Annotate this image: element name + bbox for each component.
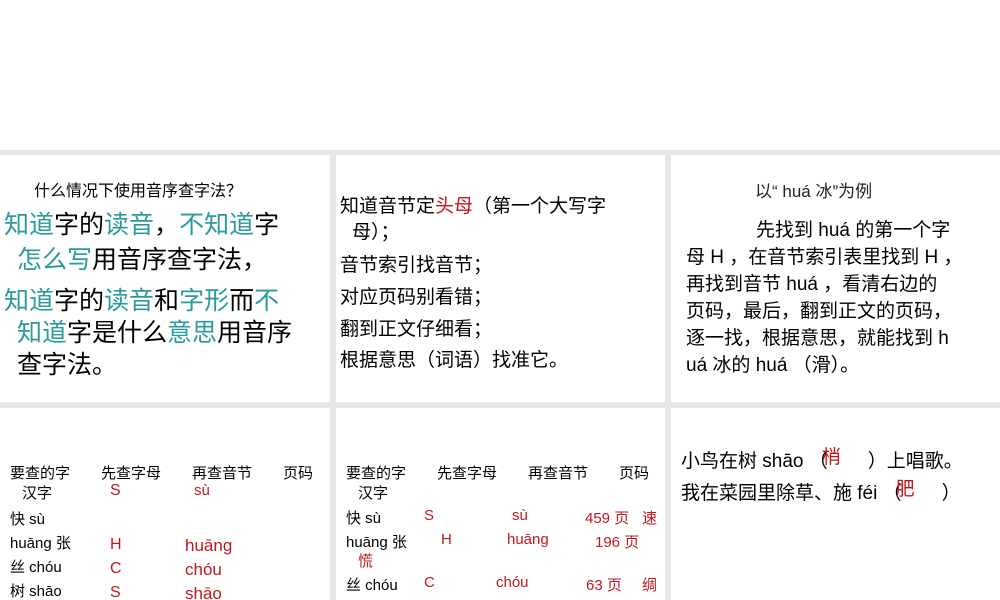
example-title: 以“ huá 冰”为例 bbox=[755, 182, 873, 201]
line-2: 怎么写用音序查字法， bbox=[17, 240, 267, 276]
page: 459 页 bbox=[585, 510, 630, 527]
text-segment: 用音序 bbox=[217, 319, 293, 347]
step-1-text: 知道音节定 bbox=[340, 196, 436, 217]
syllable: shāo bbox=[185, 584, 222, 600]
step-1-cont: 母）； bbox=[352, 222, 400, 243]
highlight-text: 意思 bbox=[167, 319, 218, 347]
letter: S bbox=[424, 507, 435, 524]
text-segment: 字 bbox=[254, 211, 280, 239]
example-line: 逐一找，根据意思，就能找到 h bbox=[686, 328, 949, 349]
step-1-note: （第一个大写字 bbox=[473, 196, 607, 217]
highlight-text: 读音 bbox=[104, 211, 155, 239]
line-4: 知道字是什么意思用音序 bbox=[17, 313, 292, 349]
panel-exercise-table: 要查的字 先查字母 再查音节 页码 汉字 快 sù Ssù huāng 张 Hhuān… bbox=[0, 408, 330, 600]
highlight-text: 读音 bbox=[104, 287, 155, 315]
syllable: chóu bbox=[185, 560, 222, 579]
highlight-text: 知道 bbox=[17, 319, 68, 347]
text-segment: 而 bbox=[229, 287, 255, 315]
exercise-word: 丝 chóu bbox=[10, 559, 62, 576]
answer-word: 丝 chóu bbox=[346, 577, 398, 594]
syllable: huāng bbox=[507, 531, 549, 548]
page: 63 页 bbox=[586, 577, 622, 594]
example-line: 页码，最后，翻到正文的页码， bbox=[686, 301, 953, 322]
sentence-1: 小鸟在树 shāo （梢 ）上唱歌。 bbox=[681, 446, 963, 473]
step-1-highlight: 头母 bbox=[435, 196, 474, 217]
step-4: 翻到正文仔细看； bbox=[340, 319, 493, 340]
highlight-text: 不知道 bbox=[179, 211, 255, 239]
text-segment: 字的 bbox=[54, 211, 105, 239]
sentence-2-start: 我在菜园里除草、施 féi （ bbox=[681, 483, 902, 504]
header-letter: 先查字母 bbox=[101, 465, 162, 482]
letter: S bbox=[110, 482, 121, 499]
answer-char: 慌 bbox=[358, 553, 374, 570]
highlight-text: 字形 bbox=[179, 287, 230, 315]
question: 什么情况下使用音序查字法？ bbox=[34, 181, 243, 200]
exercise-word: 快 sù bbox=[10, 511, 46, 528]
panel-example: 以“ huá 冰”为例 先找到 huá 的第一个字母 H ，在音节索引表里找到 … bbox=[671, 155, 1000, 402]
example-line: 母 H ，在音节索引表里找到 H ， bbox=[686, 247, 963, 268]
highlight-text: 知道 bbox=[4, 287, 55, 315]
highlight-text: 不 bbox=[254, 287, 280, 315]
panel-when-to-use: 什么情况下使用音序查字法？ 知道字的读音，不知道字 怎么写用音序查字法， 知道字… bbox=[0, 155, 330, 402]
text-segment: 字是什么 bbox=[67, 319, 168, 347]
step-1: 知道音节定头母（第一个大写字 bbox=[340, 191, 606, 218]
header-char: 要查的字 bbox=[346, 465, 407, 482]
syllable: sù bbox=[512, 507, 528, 524]
exercise-word: 树 shāo bbox=[10, 583, 62, 600]
letter: H bbox=[110, 536, 122, 553]
answer-word: huāng 张 bbox=[346, 534, 407, 551]
sentence-2: 我在菜园里除草、施 féi （肥 ） bbox=[681, 478, 961, 505]
line-1: 知道字的读音，不知道字 bbox=[4, 205, 279, 241]
step-5: 根据意思（词语）找准它。 bbox=[340, 350, 569, 371]
example-line: 再找到音节 huá ，看清右边的 bbox=[686, 274, 938, 295]
header-char: 要查的字 bbox=[10, 465, 71, 482]
sentence-1-start: 小鸟在树 shāo （ bbox=[681, 451, 828, 472]
header-char-cont: 汉字 bbox=[22, 485, 53, 502]
exercise-word: huāng 张 bbox=[10, 535, 71, 552]
letter: C bbox=[424, 574, 435, 591]
header-page: 页码 bbox=[283, 465, 314, 482]
header-syllable: 再查音节 bbox=[192, 465, 253, 482]
highlight-text: 知道 bbox=[4, 211, 55, 239]
letter: H bbox=[441, 531, 452, 548]
step-2: 音节索引找音节； bbox=[340, 255, 493, 276]
header-syllable: 再查音节 bbox=[528, 465, 589, 482]
syllable: huāng bbox=[185, 536, 233, 555]
text-segment: ， bbox=[154, 211, 180, 239]
panel-steps: 知道音节定头母（第一个大写字 母）； 音节索引找音节； 对应页码别看错； 翻到正… bbox=[336, 155, 665, 402]
text-segment: 和 bbox=[154, 287, 180, 315]
answer-word: 快 sù bbox=[346, 510, 382, 527]
example-line: 先找到 huá 的第一个字 bbox=[756, 220, 951, 241]
letter: C bbox=[110, 560, 122, 577]
page: 196 页 bbox=[595, 534, 640, 551]
text-segment: 字的 bbox=[54, 287, 105, 315]
answer-1: 梢 bbox=[821, 447, 841, 468]
header-page: 页码 bbox=[619, 465, 650, 482]
letter: S bbox=[110, 584, 121, 600]
header-letter: 先查字母 bbox=[437, 465, 498, 482]
line-5: 查字法。 bbox=[17, 351, 118, 379]
sentence-1-end: ）上唱歌。 bbox=[867, 451, 963, 472]
panel-fill-blank: 小鸟在树 shāo （梢 ）上唱歌。 我在菜园里除草、施 féi （肥 ） bbox=[671, 408, 1000, 600]
answer-2: 肥 bbox=[895, 479, 915, 500]
line-3: 知道字的读音和字形而不 bbox=[4, 281, 279, 317]
example-line: uá 冰的 huá （滑）。 bbox=[686, 355, 860, 376]
step-3: 对应页码别看错； bbox=[340, 287, 493, 308]
syllable: sù bbox=[194, 482, 210, 499]
syllable: chóu bbox=[496, 574, 529, 591]
answer-char: 绸 bbox=[642, 577, 658, 594]
highlight-text: 怎么写 bbox=[17, 246, 93, 274]
panel-answer-table: 要查的字 先查字母 再查音节 页码 汉字 快 sù Ssù 459 页速 huāng … bbox=[336, 408, 665, 600]
header-char-cont: 汉字 bbox=[358, 485, 389, 502]
answer-char: 速 bbox=[642, 510, 658, 527]
sentence-2-end: ） bbox=[941, 483, 961, 504]
text-segment: 用音序查字法， bbox=[92, 246, 268, 274]
